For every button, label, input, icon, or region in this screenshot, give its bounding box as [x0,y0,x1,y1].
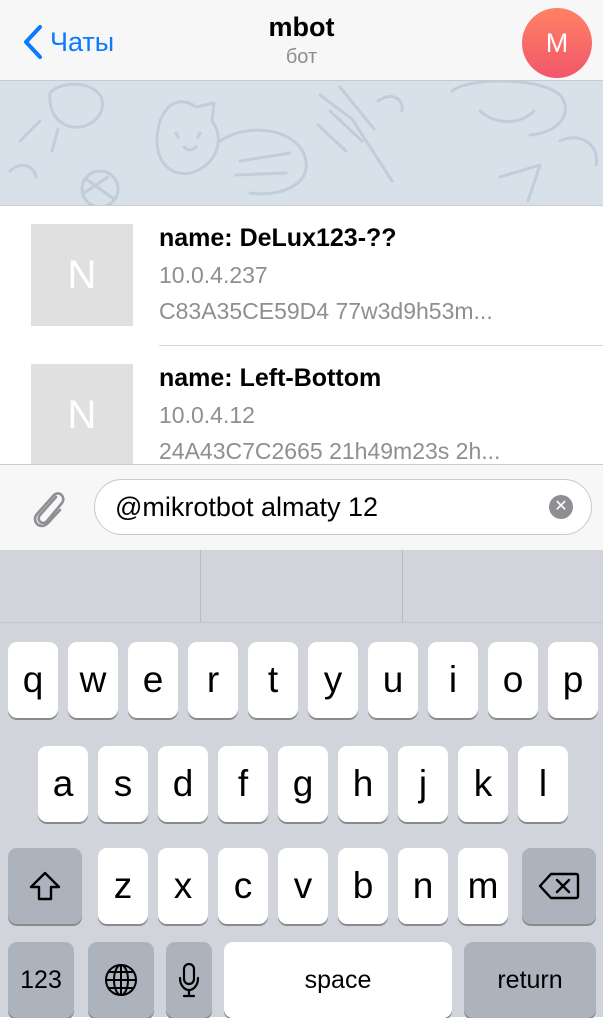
key-k[interactable]: k [458,746,508,822]
keyboard: q w e r t y u i o p a s d f g h j k l z … [0,550,603,1018]
microphone-icon [178,962,200,998]
shift-key[interactable] [8,848,82,924]
key-s[interactable]: s [98,746,148,822]
predictive-bar [0,550,603,623]
key-n[interactable]: n [398,848,448,924]
inline-result-item[interactable]: N name: DeLux123-?? 10.0.4.237 C83A35CE5… [0,206,603,346]
key-z[interactable]: z [98,848,148,924]
return-key[interactable]: return [464,942,596,1018]
numbers-key[interactable]: 123 [8,942,74,1018]
key-x[interactable]: x [158,848,208,924]
result-ip: 10.0.4.237 [159,262,268,288]
globe-icon [105,964,137,996]
globe-key[interactable] [88,942,154,1018]
key-g[interactable]: g [278,746,328,822]
key-w[interactable]: w [68,642,118,718]
delete-icon [538,872,580,900]
result-thumb-letter: N [67,252,97,297]
result-details: 24A43C7C2665 21h49m23s 2h... [159,438,501,464]
key-u[interactable]: u [368,642,418,718]
prediction-slot[interactable] [201,550,403,622]
key-c[interactable]: c [218,848,268,924]
key-m[interactable]: m [458,848,508,924]
space-key[interactable]: space [224,942,452,1018]
key-p[interactable]: p [548,642,598,718]
result-details: C83A35CE59D4 77w3d9h53m... [159,298,493,324]
result-title: name: DeLux123-?? [159,224,397,252]
key-i[interactable]: i [428,642,478,718]
shift-icon [29,871,61,901]
result-title: name: Left-Bottom [159,364,382,392]
result-ip: 10.0.4.12 [159,402,255,428]
chat-title: mbot [268,12,335,42]
message-field[interactable]: ✕ [94,479,592,535]
key-l[interactable]: l [518,746,568,822]
inline-results-list: N name: DeLux123-?? 10.0.4.237 C83A35CE5… [0,206,603,464]
key-o[interactable]: o [488,642,538,718]
bot-avatar[interactable]: M [522,8,592,78]
mic-key[interactable] [166,942,212,1018]
key-h[interactable]: h [338,746,388,822]
inline-result-item[interactable]: N name: Left-Bottom 10.0.4.12 24A43C7C26… [0,346,603,464]
key-a[interactable]: a [38,746,88,822]
chat-subtitle: бот [285,46,318,68]
key-f[interactable]: f [218,746,268,822]
key-j[interactable]: j [398,746,448,822]
nav-bar: Чаты mbot бот M [0,0,603,81]
paperclip-icon[interactable] [26,485,70,529]
key-d[interactable]: d [158,746,208,822]
result-thumb-letter: N [67,392,97,437]
key-e[interactable]: e [128,642,178,718]
key-y[interactable]: y [308,642,358,718]
delete-key[interactable] [522,848,596,924]
prediction-slot[interactable] [403,550,603,622]
message-input-bar: ✕ [0,464,603,551]
key-t[interactable]: t [248,642,298,718]
result-thumbnail: N [31,224,133,326]
key-b[interactable]: b [338,848,388,924]
key-v[interactable]: v [278,848,328,924]
chat-wallpaper-pattern [8,81,598,205]
chat-background [0,81,603,206]
prediction-slot[interactable] [0,550,202,622]
avatar-letter: M [545,27,569,58]
clear-circle-icon[interactable]: ✕ [549,495,573,519]
result-thumbnail: N [31,364,133,464]
key-q[interactable]: q [8,642,58,718]
key-r[interactable]: r [188,642,238,718]
message-input[interactable] [115,480,535,534]
